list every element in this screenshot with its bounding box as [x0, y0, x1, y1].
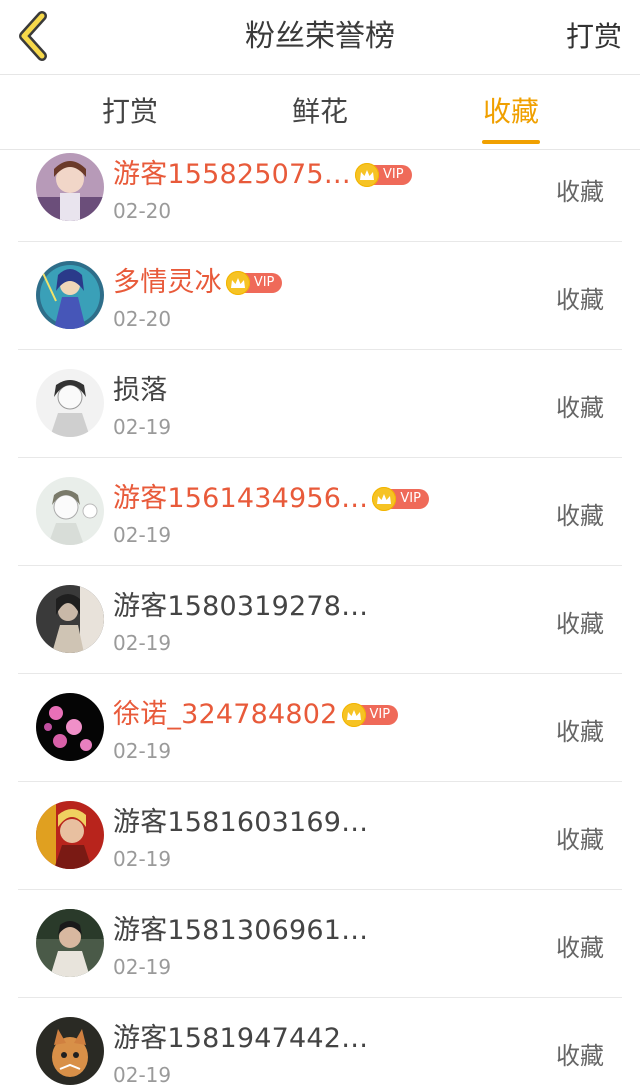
- header-bar: 粉丝荣誉榜 打赏: [0, 0, 640, 75]
- tab-reward[interactable]: 打赏: [70, 93, 190, 131]
- favorite-label: 收藏: [556, 610, 604, 638]
- user-name: 游客1580319278…: [113, 591, 369, 622]
- avatar: [36, 801, 104, 869]
- favorite-label: 收藏: [556, 286, 604, 314]
- avatar: [36, 585, 104, 653]
- user-name: 游客1581947442…: [113, 1023, 369, 1054]
- vip-badge: VIP: [341, 703, 399, 727]
- favorite-label: 收藏: [556, 826, 604, 854]
- list-item[interactable]: 游客1581947442… 02-19 收藏: [0, 998, 640, 1091]
- list-item[interactable]: 游客1581603169… 02-19 收藏: [0, 782, 640, 890]
- user-name: 游客1581603169…: [113, 807, 369, 838]
- date: 02-19: [113, 523, 172, 547]
- list-item[interactable]: 损落 02-19 收藏: [0, 350, 640, 458]
- name-line: 游客155825075… VIP: [113, 155, 412, 195]
- tab-favorites[interactable]: 收藏: [451, 93, 571, 131]
- vip-label: VIP: [390, 489, 429, 509]
- date: 02-19: [113, 847, 172, 871]
- user-name: 游客155825075…: [113, 159, 352, 190]
- avatar: [36, 153, 104, 221]
- name-line: 损落: [113, 371, 167, 411]
- app-screen: 粉丝荣誉榜 打赏 打赏 鲜花 收藏 游客155825075… VIP 02-20…: [0, 0, 640, 1091]
- user-name: 多情灵冰: [113, 267, 222, 298]
- name-line: 游客1580319278…: [113, 587, 368, 627]
- list-item[interactable]: 徐诺_324784802 VIP 02-19 收藏: [0, 674, 640, 782]
- avatar: [36, 261, 104, 329]
- date: 02-19: [113, 631, 172, 655]
- date: 02-19: [113, 1063, 172, 1087]
- name-line: 徐诺_324784802 VIP: [113, 695, 399, 735]
- crown-icon: [355, 163, 380, 187]
- reward-button[interactable]: 打赏: [566, 18, 622, 56]
- vip-badge: VIP: [355, 163, 412, 187]
- avatar: [36, 477, 104, 545]
- avatar: [36, 693, 104, 761]
- user-name: 游客1561434956…: [113, 483, 369, 514]
- page-title: 粉丝荣誉榜: [245, 19, 395, 54]
- list-item[interactable]: 游客155825075… VIP 02-20 收藏: [0, 150, 640, 242]
- date: 02-19: [113, 415, 172, 439]
- name-line: 多情灵冰 VIP: [113, 263, 283, 303]
- list-item[interactable]: 游客1561434956… VIP 02-19 收藏: [0, 458, 640, 566]
- name-line: 游客1581306961…: [113, 911, 368, 951]
- avatar: [36, 909, 104, 977]
- date: 02-19: [113, 739, 172, 763]
- favorite-label: 收藏: [556, 718, 604, 746]
- vip-badge: VIP: [225, 271, 283, 295]
- favorite-label: 收藏: [556, 178, 604, 206]
- favorite-label: 收藏: [556, 1042, 604, 1070]
- crown-icon: [341, 703, 366, 727]
- name-line: 游客1581603169…: [113, 803, 368, 843]
- active-tab-indicator: [482, 140, 540, 144]
- name-line: 游客1561434956… VIP: [113, 479, 429, 519]
- user-name: 游客1581306961…: [113, 915, 369, 946]
- date: 02-19: [113, 955, 172, 979]
- date: 02-20: [113, 199, 172, 223]
- user-name: 徐诺_324784802: [113, 699, 338, 730]
- date: 02-20: [113, 307, 172, 331]
- list-item[interactable]: 游客1580319278… 02-19 收藏: [0, 566, 640, 674]
- tab-bar: 打赏 鲜花 收藏: [0, 75, 640, 150]
- tab-flowers[interactable]: 鲜花: [260, 93, 380, 131]
- avatar: [36, 369, 104, 437]
- avatar: [36, 1017, 104, 1085]
- favorite-label: 收藏: [556, 394, 604, 422]
- crown-icon: [225, 271, 250, 295]
- favorite-label: 收藏: [556, 934, 604, 962]
- favorite-label: 收藏: [556, 502, 604, 530]
- user-name: 损落: [113, 375, 168, 406]
- vip-badge: VIP: [372, 487, 429, 511]
- fan-list[interactable]: 游客155825075… VIP 02-20 收藏 多情灵冰 VIP 02-20…: [0, 150, 640, 1091]
- name-line: 游客1581947442…: [113, 1019, 368, 1059]
- list-item[interactable]: 多情灵冰 VIP 02-20 收藏: [0, 242, 640, 350]
- list-item[interactable]: 游客1581306961… 02-19 收藏: [0, 890, 640, 998]
